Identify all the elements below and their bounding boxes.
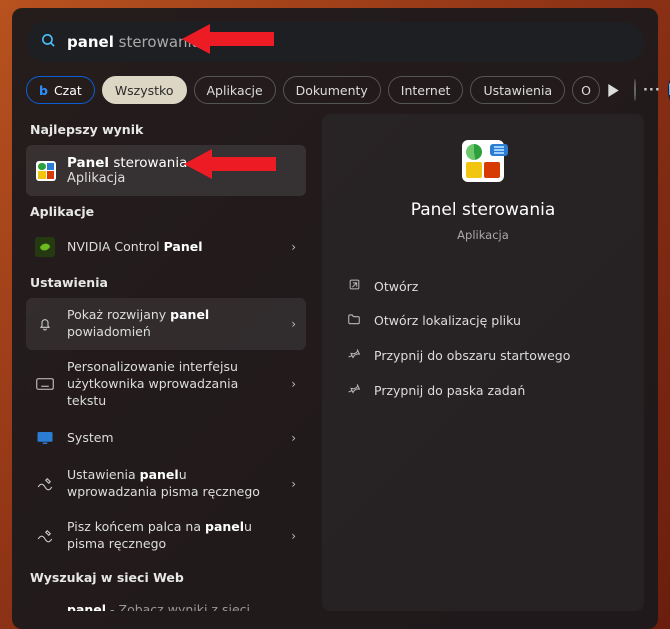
result-nvidia[interactable]: NVIDIA Control Panel › xyxy=(26,227,306,267)
filter-wszystko[interactable]: Wszystko xyxy=(102,76,187,104)
result-notifications-panel[interactable]: Pokaż rozwijany panel powiadomień › xyxy=(26,298,306,350)
action-pin-start[interactable]: Przypnij do obszaru startowego xyxy=(340,339,626,371)
action-open-location[interactable]: Otwórz lokalizację pliku xyxy=(340,305,626,336)
results-column: Najlepszy wynik Panel sterowania Aplikac… xyxy=(26,114,306,611)
section-best-label: Najlepszy wynik xyxy=(30,122,306,137)
open-icon xyxy=(346,278,362,294)
filter-internet[interactable]: Internet xyxy=(388,76,464,104)
search-query-text: panel sterowania xyxy=(67,33,201,51)
nvidia-icon xyxy=(34,236,56,258)
result-label: Pokaż rozwijany panel powiadomień xyxy=(67,307,280,341)
handwriting-icon xyxy=(34,525,56,547)
control-panel-icon xyxy=(36,161,56,181)
search-icon xyxy=(40,32,57,53)
filter-aplikacje[interactable]: Aplikacje xyxy=(194,76,276,104)
action-label: Przypnij do paska zadań xyxy=(374,383,525,398)
preview-title: Panel sterowania xyxy=(411,200,556,220)
annotation-arrow-best xyxy=(184,149,276,177)
result-web-search[interactable]: panel - Zobacz wyniki z sieci Web › xyxy=(26,593,306,611)
monitor-icon xyxy=(34,427,56,449)
result-label: Ustawienia panelu wprowadzania pisma ręc… xyxy=(67,467,280,501)
chevron-right-icon: › xyxy=(291,240,296,254)
action-list: Otwórz Otwórz lokalizację pliku Przypnij… xyxy=(340,270,626,406)
action-pin-taskbar[interactable]: Przypnij do paska zadań xyxy=(340,374,626,406)
result-fingertip-write[interactable]: Pisz końcem palca na panelu pisma ręczne… xyxy=(26,510,306,562)
keyboard-icon xyxy=(34,373,56,395)
chevron-right-icon: › xyxy=(291,377,296,391)
preview-subtitle: Aplikacja xyxy=(457,228,509,242)
result-ime-personalize[interactable]: Personalizowanie interfejsu użytkownika … xyxy=(26,350,306,419)
best-match-subtitle: Aplikacja xyxy=(67,171,187,186)
action-label: Otwórz lokalizację pliku xyxy=(374,313,521,328)
search-input[interactable]: panel sterowania xyxy=(26,22,644,62)
filter-overflow[interactable]: O xyxy=(572,76,600,104)
action-label: Przypnij do obszaru startowego xyxy=(374,348,570,363)
filter-row: bCzat Wszystko Aplikacje Dokumenty Inter… xyxy=(26,76,644,104)
section-settings-label: Ustawienia xyxy=(30,275,306,290)
folder-icon xyxy=(346,313,362,328)
search-window: panel sterowania bCzat Wszystko Aplikacj… xyxy=(12,8,658,629)
filter-ustawienia[interactable]: Ustawienia xyxy=(470,76,565,104)
result-label: System xyxy=(67,430,114,447)
more-menu[interactable]: ··· xyxy=(643,83,661,98)
result-label: Pisz końcem palca na panelu pisma ręczne… xyxy=(67,519,280,553)
section-apps-label: Aplikacje xyxy=(30,204,306,219)
annotation-arrow-top xyxy=(182,24,274,52)
chevron-right-icon: › xyxy=(291,317,296,331)
action-label: Otwórz xyxy=(374,279,418,294)
best-match-title: Panel sterowania xyxy=(67,155,187,171)
filter-czat[interactable]: bCzat xyxy=(26,76,95,104)
bell-icon xyxy=(34,313,56,335)
preview-pane: Panel sterowania Aplikacja Otwórz Otwórz… xyxy=(322,114,644,611)
result-label: Personalizowanie interfejsu użytkownika … xyxy=(67,359,280,410)
chevron-right-icon: › xyxy=(291,529,296,543)
result-handwriting-panel-settings[interactable]: Ustawienia panelu wprowadzania pisma ręc… xyxy=(26,458,306,510)
best-match-item[interactable]: Panel sterowania Aplikacja xyxy=(26,145,306,196)
section-web-label: Wyszukaj w sieci Web xyxy=(30,570,306,585)
result-label: NVIDIA Control Panel xyxy=(67,239,203,256)
result-system[interactable]: System › xyxy=(26,418,306,458)
search-icon xyxy=(34,608,56,611)
control-panel-icon-large xyxy=(458,136,508,186)
pin-icon xyxy=(346,382,362,398)
filter-dokumenty[interactable]: Dokumenty xyxy=(283,76,381,104)
result-label: panel - Zobacz wyniki z sieci Web xyxy=(67,602,280,611)
chevron-right-icon: › xyxy=(291,477,296,491)
play-icon[interactable] xyxy=(607,84,620,97)
handwriting-icon xyxy=(34,473,56,495)
chevron-right-icon: › xyxy=(291,431,296,445)
action-open[interactable]: Otwórz xyxy=(340,270,626,302)
user-avatar[interactable] xyxy=(634,79,636,101)
pin-icon xyxy=(346,347,362,363)
